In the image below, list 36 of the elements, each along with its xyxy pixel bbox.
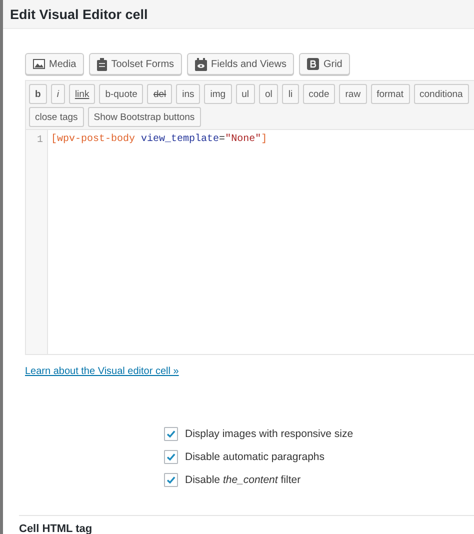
views-button[interactable]: Fields and Views: [187, 53, 294, 75]
quicktag-button[interactable]: Show Bootstrap buttons: [88, 107, 201, 127]
quicktag-button[interactable]: li: [282, 84, 299, 104]
code-line: [wpv-post-body view_template="None"]: [51, 134, 268, 145]
checkbox-label: Display images with responsive size: [185, 428, 354, 440]
quicktag-button[interactable]: b: [29, 84, 47, 104]
code-editor[interactable]: 1 [wpv-post-body view_template="None"]: [25, 130, 474, 355]
quicktag-button[interactable]: format: [370, 84, 410, 104]
quicktag-button[interactable]: ol: [259, 84, 278, 104]
media-button[interactable]: Media: [25, 53, 84, 75]
quicktag-button[interactable]: close tags: [29, 107, 84, 127]
checkbox[interactable]: [164, 427, 178, 441]
quicktag-button[interactable]: ul: [236, 84, 255, 104]
quicktag-button[interactable]: img: [204, 84, 232, 104]
grid-button[interactable]: Grid: [299, 53, 350, 75]
section-heading: Cell HTML tag: [19, 523, 94, 534]
forms-button[interactable]: Toolset Forms: [89, 53, 182, 75]
quicktag-button[interactable]: raw: [339, 84, 367, 104]
image-icon: [33, 59, 45, 69]
quicktag-button[interactable]: conditiona: [414, 84, 469, 104]
quicktag-button[interactable]: b-quote: [99, 84, 144, 104]
quicktag-button[interactable]: i: [50, 84, 65, 104]
bootstrap-icon: [307, 58, 320, 70]
checkbox-label: Disable the_content filter: [185, 474, 301, 486]
checkbox[interactable]: [164, 450, 178, 464]
quicktag-button[interactable]: link: [68, 84, 96, 104]
clipboard-icon: [97, 58, 108, 70]
quicktag-button[interactable]: ins: [176, 84, 200, 104]
quicktag-button[interactable]: code: [302, 84, 336, 104]
checkbox-label: Disable automatic paragraphs: [185, 451, 324, 463]
calendar-icon: [195, 58, 208, 70]
help-link[interactable]: Learn about the Visual editor cell »: [25, 366, 179, 377]
dialog-title: Edit Visual Editor cell: [10, 6, 148, 22]
line-number: 1: [36, 135, 43, 146]
quicktag-button[interactable]: del: [147, 84, 172, 104]
checkbox[interactable]: [164, 473, 178, 487]
